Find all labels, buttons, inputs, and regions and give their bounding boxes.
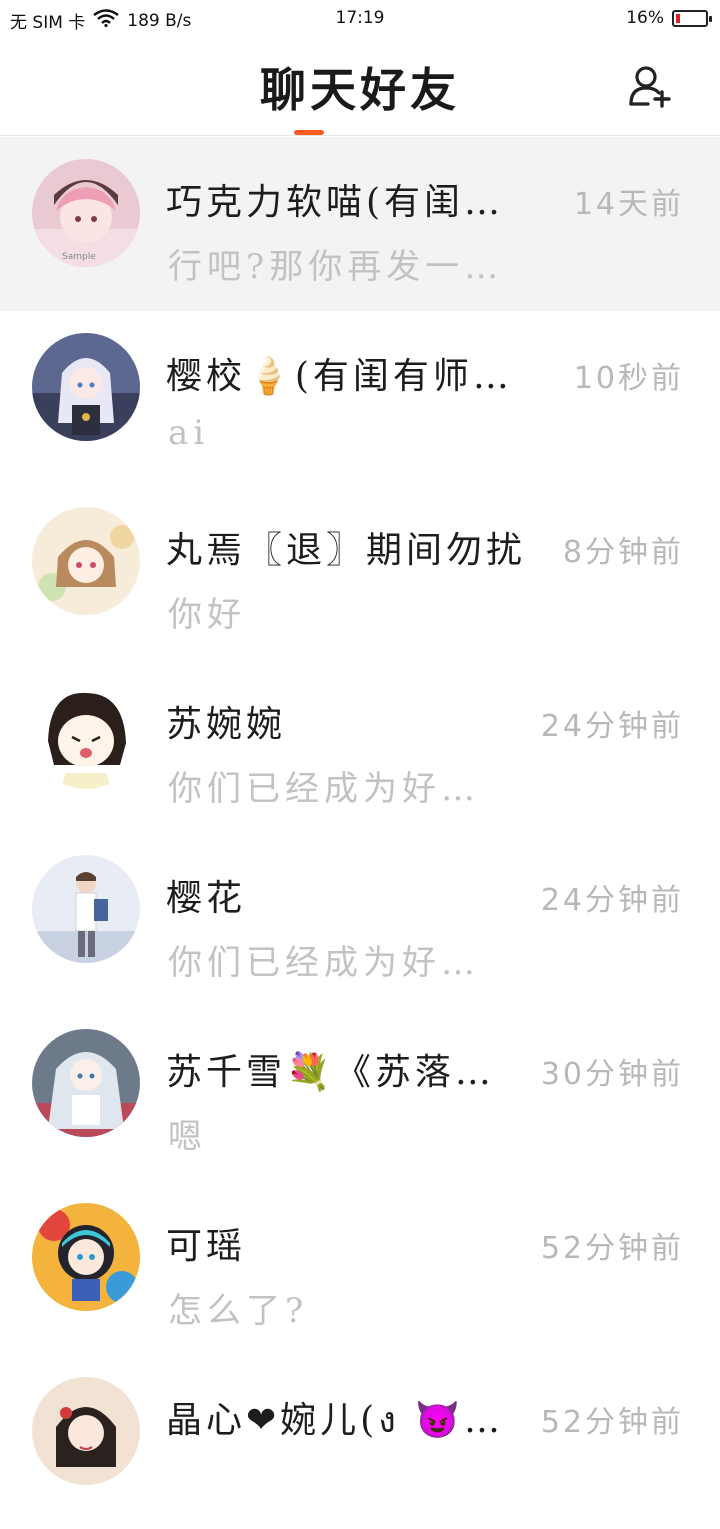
chat-preview: 行吧?那你再发一… [168,247,504,287]
status-right: 16% [626,8,712,28]
chat-item[interactable]: 可瑶 52分钟前 怎么了? [0,1181,720,1355]
chat-time: 52分钟前 [540,1231,684,1266]
avatar: Sample [32,159,140,267]
add-user-button[interactable] [628,64,674,110]
chat-time: 30分钟前 [540,1057,684,1092]
chat-time: 24分钟前 [540,883,684,918]
chat-preview: 你好 [168,595,246,635]
avatar [32,855,140,963]
chat-item[interactable]: Sample 巧克力软喵(有闺… 14天前 行吧?那你再发一… [0,137,720,311]
chat-item[interactable]: 樱花 24分钟前 你们已经成为好… [0,833,720,1007]
page-title: 聊天好友 [260,63,460,117]
chat-name: 樱花 [166,878,247,919]
chat-time: 14天前 [573,187,684,222]
add-user-icon [629,66,671,108]
avatar [32,507,140,615]
chat-preview: 你们已经成为好… [168,943,480,983]
chat-item[interactable]: 苏千雪💐《苏落… 30分钟前 嗯 [0,1007,720,1181]
chat-preview: ai [168,413,210,453]
chat-name: 晶心❤婉儿(ง 😈… [166,1400,505,1441]
status-bar: 无 SIM 卡 189 B/s 17:19 16% [0,0,720,36]
chat-item[interactable]: 樱校🍦(有闺有师… 10秒前 ai [0,311,720,485]
clock: 17:19 [335,8,385,28]
chat-time: 24分钟前 [540,709,684,744]
avatar [32,1377,140,1485]
app-header: 聊天好友 [0,36,720,136]
chat-time: 52分钟前 [540,1405,684,1440]
chat-item[interactable]: 晶心❤婉儿(ง 😈… 52分钟前 [0,1355,720,1529]
chat-name: 巧克力软喵(有闺… [166,182,505,223]
battery-icon [672,9,712,27]
chat-list: Sample 巧克力软喵(有闺… 14天前 行吧?那你再发一… 樱校🍦(有闺有师… [0,137,720,1529]
avatar [32,1203,140,1311]
chat-name: 可瑶 [166,1226,247,1267]
chat-item[interactable]: 丸焉〖退〗期间勿扰 8分钟前 你好 [0,485,720,659]
chat-time: 10秒前 [573,361,684,396]
chat-preview: 怎么了? [168,1291,309,1331]
avatar [32,681,140,789]
chat-item[interactable]: 苏婉婉 24分钟前 你们已经成为好… [0,659,720,833]
avatar [32,1029,140,1137]
title-underline [294,130,324,135]
chat-name: 丸焉〖退〗期间勿扰 [166,530,527,571]
chat-time: 8分钟前 [562,535,684,570]
chat-preview: 嗯 [168,1117,207,1157]
chat-name: 苏千雪💐《苏落… [166,1052,495,1093]
avatar [32,333,140,441]
svg-text:Sample: Sample [62,252,96,262]
battery-percent: 16% [626,8,664,28]
chat-preview: 你们已经成为好… [168,769,480,809]
chat-name: 樱校🍦(有闺有师… [166,356,513,397]
chat-name: 苏婉婉 [166,704,287,745]
